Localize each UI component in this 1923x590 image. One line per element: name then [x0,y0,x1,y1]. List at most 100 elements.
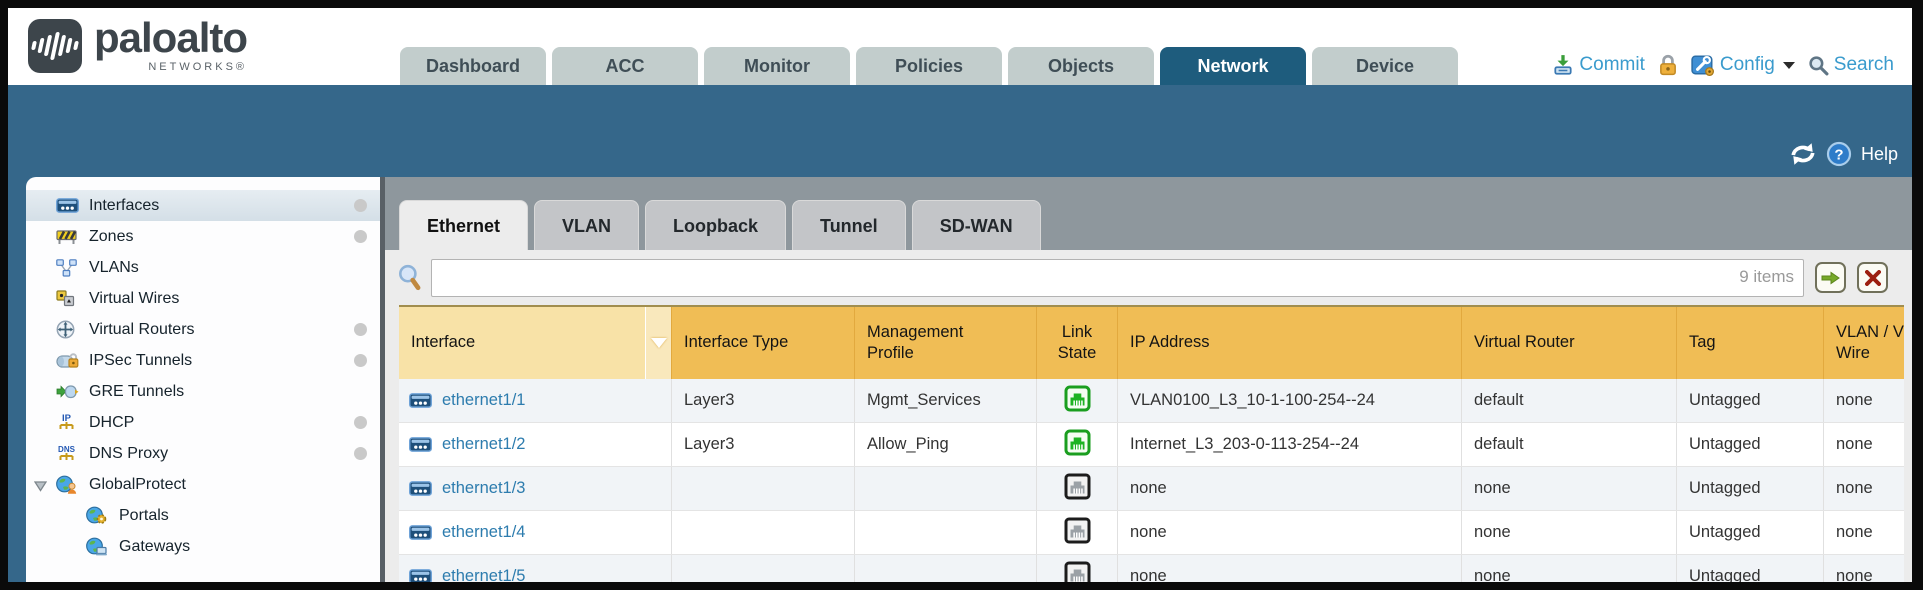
globalprotect-icon [56,475,83,494]
nav-tab[interactable]: Policies [856,47,1002,85]
column-header-tag[interactable]: Tag [1677,307,1824,379]
status-dot [354,447,367,460]
sub-tab[interactable]: VLAN [534,200,639,250]
portals-icon [86,506,113,525]
config-label: Config [1720,54,1775,76]
ip-address-cell: none [1118,511,1462,554]
status-dot [354,354,367,367]
tag-cell: Untagged [1677,423,1824,466]
virtual-router-cell: none [1462,467,1677,510]
content-area: Interfaces Zones VLANs Virtual Wires [8,177,1912,582]
management-profile-cell [855,555,1037,582]
sub-tab[interactable]: SD-WAN [912,200,1041,250]
commit-label: Commit [1579,54,1644,76]
ip-address-cell: Internet_L3_203-0-113-254--24 [1118,423,1462,466]
interface-link[interactable]: ethernet1/2 [442,435,525,454]
column-header-interface[interactable]: Interface [399,307,645,379]
sidebar-item[interactable]: IPSec Tunnels [26,345,380,376]
interface-link[interactable]: ethernet1/5 [442,567,525,582]
sidebar-item-label: VLANs [89,259,139,277]
svg-text:?: ? [1834,147,1843,164]
link-state-up-icon [1064,429,1091,461]
virtual-router-cell: none [1462,555,1677,582]
interface-link[interactable]: ethernet1/3 [442,479,525,498]
sidebar-item-label: Zones [89,228,133,246]
sidebar-item-label: DNS Proxy [89,445,168,463]
management-profile-cell [855,467,1037,510]
nav-tab[interactable]: Objects [1008,47,1154,85]
tag-cell: Untagged [1677,555,1824,582]
column-header-link-state[interactable]: Link State [1037,307,1118,379]
management-profile-cell: Mgmt_Services [855,379,1037,422]
column-header-ip-address[interactable]: IP Address [1118,307,1462,379]
status-dot [354,230,367,243]
main-panel: EthernetVLANLoopbackTunnelSD-WAN 9 items [385,177,1912,582]
sidebar-item[interactable]: IP DHCP [26,407,380,438]
virtual-router-cell: none [1462,511,1677,554]
sidebar-item[interactable]: GlobalProtect [26,469,380,500]
sidebar-item[interactable]: Virtual Routers [26,314,380,345]
refresh-icon[interactable] [1789,142,1817,166]
search-label: Search [1834,54,1894,76]
vlan-wire-cell: none [1824,511,1904,554]
column-header-management-profile[interactable]: Management Profile [855,307,1037,379]
nav-tab[interactable]: Dashboard [400,47,546,85]
sidebar-item[interactable]: VLANs [26,252,380,283]
search-button[interactable]: Search [1808,54,1894,76]
sidebar-item[interactable]: Zones [26,221,380,252]
sub-tab[interactable]: Loopback [645,200,786,250]
sidebar-item[interactable]: DNS DNS Proxy [26,438,380,469]
secondary-bar: ? Help [8,85,1912,177]
nav-tab[interactable]: Monitor [704,47,850,85]
clear-filter-button[interactable] [1857,262,1888,293]
nav-tab[interactable]: Device [1312,47,1458,85]
help-label[interactable]: Help [1861,144,1898,165]
sidebar-item[interactable]: Virtual Wires [26,283,380,314]
interface-link[interactable]: ethernet1/4 [442,523,525,542]
column-header-vlan-virtual-wire[interactable]: VLAN / Virtual Wire [1824,307,1904,379]
search-icon [1808,55,1829,76]
expand-triangle-icon[interactable] [34,479,47,497]
interface-link[interactable]: ethernet1/1 [442,391,525,410]
commit-button[interactable]: Commit [1552,54,1644,76]
nav-tab[interactable]: Network [1160,47,1306,85]
sidebar-item[interactable]: Interfaces [26,190,380,221]
sidebar-item-label: Gateways [119,538,190,556]
left-gutter [8,177,26,582]
dns-proxy-icon: DNS [56,444,83,463]
filter-toolbar: 9 items [385,250,1912,305]
sidebar-item[interactable]: GRE Tunnels [26,376,380,407]
link-state-down-icon [1064,517,1091,549]
column-header-virtual-router[interactable]: Virtual Router [1462,307,1677,379]
filter-search-icon [397,264,423,292]
nav-tab[interactable]: ACC [552,47,698,85]
top-bar: paloalto NETWORKS® DashboardACCMonitorPo… [8,8,1912,85]
vlan-wire-cell: none [1824,467,1904,510]
ip-address-cell: none [1118,467,1462,510]
sidebar-item[interactable]: Gateways [26,531,380,562]
chevron-down-icon [1783,62,1795,69]
utility-bar: Commit Config Search [1552,54,1894,76]
config-dropdown[interactable]: Config [1691,54,1795,76]
arrow-right-icon [1821,270,1840,286]
sidebar-item[interactable]: Portals [26,500,380,531]
table-body: ethernet1/1 Layer3 Mgmt_Services VLAN010… [399,379,1904,582]
column-header-interface-type[interactable]: Interface Type [672,307,855,379]
virtual-router-cell: default [1462,423,1677,466]
commit-icon [1552,54,1574,76]
sort-dropdown-icon[interactable] [645,307,672,379]
ethernet-icon [409,437,436,452]
sub-tab[interactable]: Ethernet [399,200,528,250]
table-row: ethernet1/4 none none Untagged none [399,511,1904,555]
help-icon[interactable]: ? [1826,141,1852,167]
apply-filter-button[interactable] [1815,262,1846,293]
screenshot-frame: paloalto NETWORKS® DashboardACCMonitorPo… [0,0,1923,590]
close-icon [1865,270,1881,286]
table-row: ethernet1/5 none none Untagged none [399,555,1904,582]
lock-icon[interactable] [1658,54,1678,76]
interface-type-cell [672,467,855,510]
svg-text:DNS: DNS [58,445,76,454]
sidebar-item-label: DHCP [89,414,134,432]
sub-tab[interactable]: Tunnel [792,200,906,250]
filter-input[interactable] [431,259,1804,297]
